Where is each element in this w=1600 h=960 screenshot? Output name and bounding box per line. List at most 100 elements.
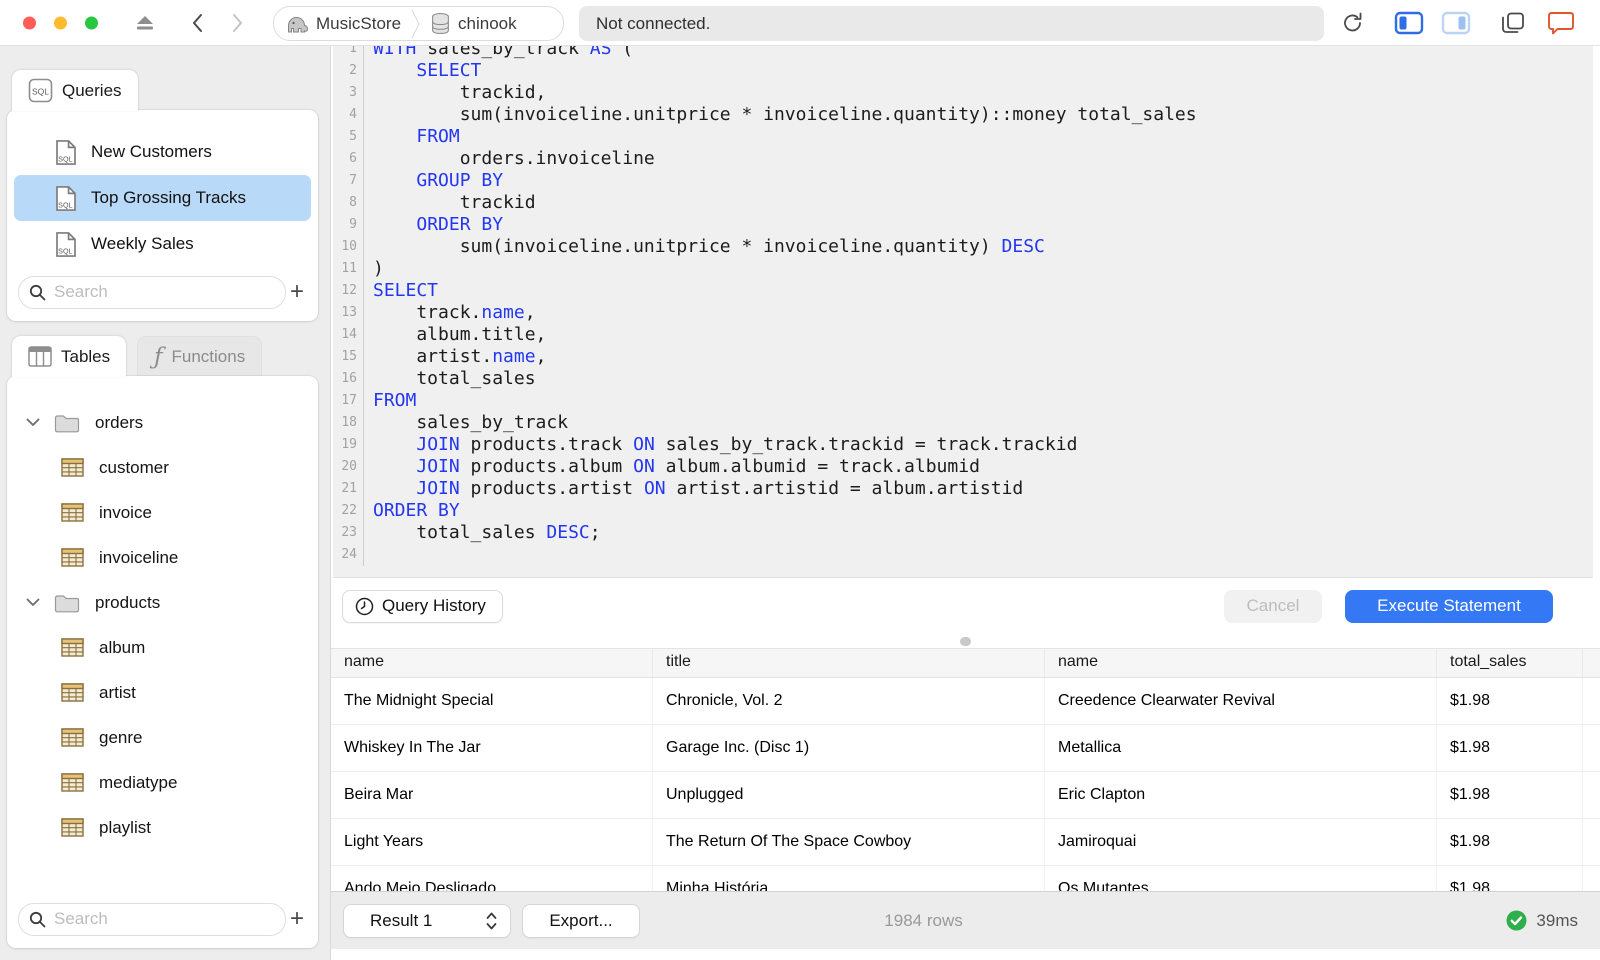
code-line[interactable]: 16 total_sales	[333, 368, 1593, 390]
table-tree-item[interactable]: mediatype	[7, 760, 318, 805]
column-header[interactable]: total_sales	[1437, 649, 1583, 677]
table-cell[interactable]: $1.98	[1437, 819, 1583, 865]
code-line[interactable]: 5 FROM	[333, 126, 1593, 148]
table-cell[interactable]: Unplugged	[653, 772, 1045, 818]
tab-tables[interactable]: Tables	[12, 336, 127, 377]
code-line[interactable]: 19 JOIN products.track ON sales_by_track…	[333, 434, 1593, 456]
toggle-left-sidebar-icon[interactable]	[1394, 11, 1424, 34]
back-icon[interactable]	[191, 13, 203, 33]
breadcrumb-database[interactable]: chinook	[430, 12, 517, 36]
chevron-down-icon[interactable]	[26, 418, 40, 427]
table-cell[interactable]: Jamiroquai	[1045, 819, 1437, 865]
code-line[interactable]: 17 FROM	[333, 390, 1593, 412]
sql-editor[interactable]: 1 WITH sales_by_track AS (2 SELECT 3 track…	[333, 46, 1593, 578]
query-history-button[interactable]: Query History	[342, 589, 503, 623]
table-tree-item[interactable]: invoiceline	[7, 535, 318, 580]
code-line[interactable]: 12 SELECT	[333, 280, 1593, 302]
code-line[interactable]: 18 sales_by_track	[333, 412, 1593, 434]
result-selector[interactable]: Result 1	[343, 903, 511, 938]
table-tree-item[interactable]: artist	[7, 670, 318, 715]
close-window-button[interactable]	[23, 16, 36, 30]
tab-queries[interactable]: SQL Queries	[12, 70, 138, 111]
query-item[interactable]: SQL New Customers	[14, 129, 311, 175]
windows-icon[interactable]	[1501, 11, 1526, 35]
code-line[interactable]: 10 sum(invoiceline.unitprice * invoiceli…	[333, 236, 1593, 258]
table-cell[interactable]: Light Years	[331, 819, 653, 865]
code-line[interactable]: 7 GROUP BY	[333, 170, 1593, 192]
query-item[interactable]: SQL Weekly Sales	[14, 221, 311, 267]
table-cell[interactable]: $1.98	[1437, 866, 1583, 891]
table-row[interactable]: Ando Meio Desligado Minha História Os Muta…	[331, 866, 1600, 891]
table-cell[interactable]: Eric Clapton	[1045, 772, 1437, 818]
code-line[interactable]: 22 ORDER BY	[333, 500, 1593, 522]
code-line[interactable]: 6 orders.invoiceline	[333, 148, 1593, 170]
table-cell[interactable]: $1.98	[1437, 678, 1583, 724]
cancel-button[interactable]: Cancel	[1224, 589, 1322, 623]
table-cell[interactable]: Whiskey In The Jar	[331, 725, 653, 771]
code-line[interactable]: 4 sum(invoiceline.unitprice * invoicelin…	[333, 104, 1593, 126]
chevron-down-icon[interactable]	[26, 598, 40, 607]
add-query-button[interactable]: +	[286, 278, 308, 306]
table-cell[interactable]: The Midnight Special	[331, 678, 653, 724]
queries-search-field[interactable]	[18, 275, 286, 309]
code-line[interactable]: 13 track.name,	[333, 302, 1593, 324]
forward-icon[interactable]	[232, 13, 244, 33]
line-number: 24	[333, 544, 364, 566]
code-line[interactable]: 2 SELECT	[333, 60, 1593, 82]
minimize-window-button[interactable]	[54, 16, 67, 30]
table-cell[interactable]: Os Mutantes	[1045, 866, 1437, 891]
code-line[interactable]: 14 album.title,	[333, 324, 1593, 346]
queries-search-input[interactable]	[54, 282, 275, 302]
schema-folder-item[interactable]: products	[7, 580, 318, 625]
schema-folder-item[interactable]: orders	[7, 400, 318, 445]
table-cell[interactable]: $1.98	[1437, 725, 1583, 771]
results-splitter[interactable]	[331, 634, 1600, 648]
code-line[interactable]: 23 total_sales DESC;	[333, 522, 1593, 544]
query-item[interactable]: SQL Top Grossing Tracks	[14, 175, 311, 221]
refresh-icon[interactable]	[1341, 11, 1365, 35]
table-cell[interactable]: Metallica	[1045, 725, 1437, 771]
table-row[interactable]: Beira Mar Unplugged Eric Clapton $1.98	[331, 772, 1600, 819]
code-line[interactable]: 21 JOIN products.artist ON artist.artist…	[333, 478, 1593, 500]
table-tree-item[interactable]: invoice	[7, 490, 318, 535]
table-cell[interactable]: Beira Mar	[331, 772, 653, 818]
table-cell[interactable]: Garage Inc. (Disc 1)	[653, 725, 1045, 771]
column-header[interactable]: name	[331, 649, 653, 677]
eject-icon[interactable]	[134, 15, 156, 31]
tables-search-input[interactable]	[54, 909, 275, 929]
table-cell[interactable]: $1.98	[1437, 772, 1583, 818]
column-header[interactable]: name	[1045, 649, 1437, 677]
table-row[interactable]: Light Years The Return Of The Space Cowbo…	[331, 819, 1600, 866]
table-tree-item[interactable]: album	[7, 625, 318, 670]
code-line[interactable]: 24	[333, 544, 1593, 566]
code-line[interactable]: 11)	[333, 258, 1593, 280]
table-cell[interactable]: Ando Meio Desligado	[331, 866, 653, 891]
code-line[interactable]: 9 ORDER BY	[333, 214, 1593, 236]
toggle-right-sidebar-icon[interactable]	[1441, 11, 1471, 34]
tab-functions[interactable]: ƒ Functions	[137, 336, 263, 377]
queries-panel: SQL New Customers SQL Top Grossing Tracks SQ…	[7, 110, 318, 321]
zoom-window-button[interactable]	[85, 16, 98, 30]
export-button[interactable]: Export...	[522, 903, 640, 938]
chat-bubble-icon[interactable]	[1548, 10, 1575, 35]
table-tree-item[interactable]: playlist	[7, 805, 318, 838]
table-row[interactable]: Whiskey In The Jar Garage Inc. (Disc 1) Me…	[331, 725, 1600, 772]
code-line[interactable]: 1 WITH sales_by_track AS (	[333, 46, 1593, 60]
column-header[interactable]: title	[653, 649, 1045, 677]
code-line[interactable]: 3 trackid,	[333, 82, 1593, 104]
table-row[interactable]: The Midnight Special Chronicle, Vol. 2 Cre…	[331, 678, 1600, 725]
table-tree-item[interactable]: genre	[7, 715, 318, 760]
code-line[interactable]: 15 artist.name,	[333, 346, 1593, 368]
splitter-handle[interactable]	[960, 636, 971, 646]
table-cell[interactable]: Minha História	[653, 866, 1045, 891]
breadcrumb-server[interactable]: MusicStore	[284, 13, 401, 35]
code-line[interactable]: 20 JOIN products.album ON album.albumid …	[333, 456, 1593, 478]
code-line[interactable]: 8 trackid	[333, 192, 1593, 214]
execute-statement-button[interactable]: Execute Statement	[1345, 589, 1553, 623]
add-table-button[interactable]: +	[286, 905, 308, 933]
tables-search-field[interactable]	[18, 902, 286, 936]
table-cell[interactable]: Creedence Clearwater Revival	[1045, 678, 1437, 724]
table-tree-item[interactable]: customer	[7, 445, 318, 490]
table-cell[interactable]: Chronicle, Vol. 2	[653, 678, 1045, 724]
table-cell[interactable]: The Return Of The Space Cowboy	[653, 819, 1045, 865]
